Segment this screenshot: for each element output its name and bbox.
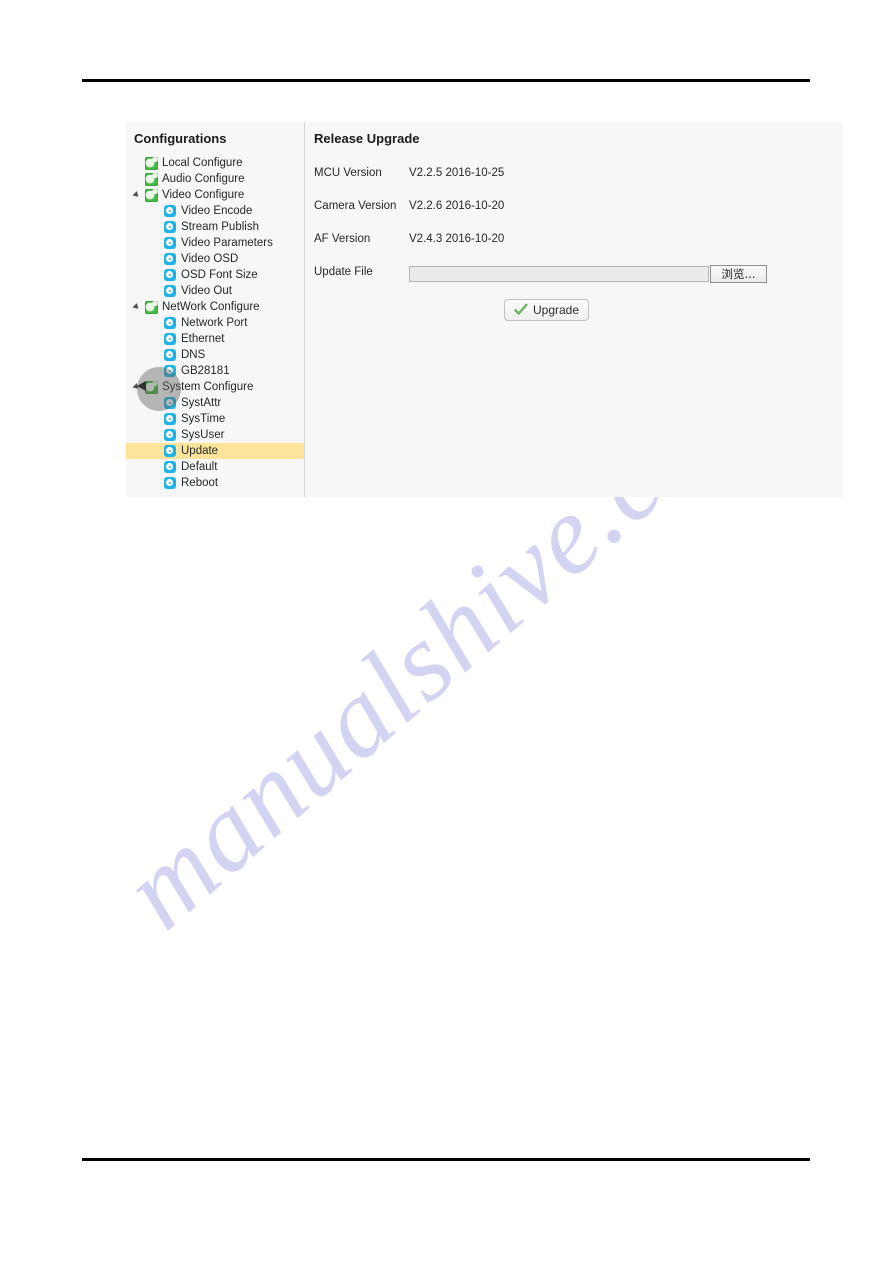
blue-gear-icon	[164, 429, 176, 441]
blue-gear-icon	[164, 413, 176, 425]
sidebar-item-update[interactable]: Update	[126, 443, 304, 459]
upgrade-button[interactable]: Upgrade	[504, 299, 590, 321]
update-file-row: Update File 浏览...	[314, 264, 843, 283]
version-label: MCU Version	[314, 167, 382, 179]
blue-gear-icon	[164, 365, 176, 377]
expand-triangle-icon[interactable]	[132, 303, 141, 311]
blue-gear-icon	[164, 445, 176, 457]
sidebar-item-audio-configure[interactable]: Audio Configure	[126, 171, 304, 187]
sidebar-item-video-out[interactable]: Video Out	[126, 283, 304, 299]
page-top-rule	[82, 79, 810, 82]
sidebar-item-stream-publish[interactable]: Stream Publish	[126, 219, 304, 235]
blue-gear-icon	[164, 253, 176, 265]
version-value: V2.2.6 2016-10-20	[409, 200, 505, 212]
green-gear-icon	[145, 188, 158, 202]
sidebar-item-label: Video Out	[181, 285, 232, 297]
sidebar-item-video-configure[interactable]: Video Configure	[126, 187, 304, 203]
sidebar-item-label: SysUser	[181, 429, 225, 441]
version-info-list: MCU Version V2.2.5 2016-10-25 Camera Versi…	[314, 165, 843, 247]
sidebar-item-network-configure[interactable]: NetWork Configure	[126, 299, 304, 315]
sidebar-item-label: Default	[181, 461, 218, 473]
release-upgrade-pane: Release Upgrade MCU Version V2.2.5 2016-1…	[305, 122, 843, 497]
sidebar-item-systime[interactable]: SysTime	[126, 411, 304, 427]
sidebar-title: Configurations	[134, 131, 227, 146]
blue-gear-icon	[164, 461, 176, 473]
configuration-panel: Configurations Local Configure Audio Conf…	[126, 122, 843, 497]
sidebar-item-label: Video OSD	[181, 253, 239, 265]
sidebar-item-local-configure[interactable]: Local Configure	[126, 155, 304, 171]
blue-gear-icon	[164, 397, 176, 409]
blue-gear-icon	[164, 205, 176, 217]
sidebar-item-label: NetWork Configure	[162, 301, 260, 313]
version-label: Camera Version	[314, 200, 397, 212]
sidebar-item-label: Video Configure	[162, 189, 245, 201]
green-gear-icon	[145, 156, 158, 170]
sidebar-item-sysuser[interactable]: SysUser	[126, 427, 304, 443]
page-bottom-rule	[82, 1158, 810, 1161]
check-icon	[514, 303, 528, 317]
sidebar-item-label: Ethernet	[181, 333, 225, 345]
sidebar-item-video-encode[interactable]: Video Encode	[126, 203, 304, 219]
sidebar-item-osd-font-size[interactable]: OSD Font Size	[126, 267, 304, 283]
sidebar-item-label: GB28181	[181, 365, 230, 377]
configuration-tree: Local Configure Audio Configure Video Conf…	[126, 155, 304, 491]
expand-triangle-icon[interactable]	[132, 383, 141, 391]
sidebar: Configurations Local Configure Audio Conf…	[126, 122, 305, 497]
green-gear-icon	[145, 172, 158, 186]
sidebar-item-label: OSD Font Size	[181, 269, 258, 281]
upgrade-button-row: Upgrade	[314, 299, 843, 322]
sidebar-item-label: Local Configure	[162, 157, 243, 169]
file-picker: 浏览...	[409, 265, 767, 283]
sidebar-item-label: Stream Publish	[181, 221, 259, 233]
blue-gear-icon	[164, 317, 176, 329]
expand-triangle-icon[interactable]	[132, 191, 141, 199]
sidebar-item-label: SystAttr	[181, 397, 222, 409]
blue-gear-icon	[164, 237, 176, 249]
version-row: Camera Version V2.2.6 2016-10-20	[314, 198, 843, 214]
sidebar-item-video-parameters[interactable]: Video Parameters	[126, 235, 304, 251]
sidebar-item-ethernet[interactable]: Ethernet	[126, 331, 304, 347]
sidebar-item-label: Audio Configure	[162, 173, 245, 185]
sidebar-item-systattr[interactable]: SystAttr	[126, 395, 304, 411]
green-gear-icon	[145, 300, 158, 314]
sidebar-item-dns[interactable]: DNS	[126, 347, 304, 363]
green-gear-icon	[145, 380, 158, 394]
sidebar-item-reboot[interactable]: Reboot	[126, 475, 304, 491]
sidebar-item-label: DNS	[181, 349, 206, 361]
sidebar-item-label: System Configure	[162, 381, 254, 393]
update-file-label: Update File	[314, 266, 373, 278]
blue-gear-icon	[164, 333, 176, 345]
sidebar-item-gb28181[interactable]: GB28181	[126, 363, 304, 379]
version-value: V2.4.3 2016-10-20	[409, 233, 505, 245]
sidebar-item-label: Reboot	[181, 477, 219, 489]
sidebar-item-video-osd[interactable]: Video OSD	[126, 251, 304, 267]
sidebar-item-label: Network Port	[181, 317, 248, 329]
sidebar-item-label: Video Encode	[181, 205, 253, 217]
blue-gear-icon	[164, 477, 176, 489]
sidebar-item-network-port[interactable]: Network Port	[126, 315, 304, 331]
blue-gear-icon	[164, 221, 176, 233]
browse-button[interactable]: 浏览...	[710, 265, 767, 283]
sidebar-item-label: Update	[181, 445, 219, 457]
version-row: AF Version V2.4.3 2016-10-20	[314, 231, 843, 247]
upgrade-button-label: Upgrade	[533, 303, 580, 317]
blue-gear-icon	[164, 349, 176, 361]
pane-title: Release Upgrade	[314, 131, 420, 146]
sidebar-item-system-configure[interactable]: System Configure	[126, 379, 304, 395]
sidebar-item-default[interactable]: Default	[126, 459, 304, 475]
version-label: AF Version	[314, 233, 371, 245]
version-row: MCU Version V2.2.5 2016-10-25	[314, 165, 843, 181]
blue-gear-icon	[164, 285, 176, 297]
version-value: V2.2.5 2016-10-25	[409, 167, 505, 179]
update-file-input[interactable]	[409, 266, 709, 282]
sidebar-item-label: Video Parameters	[181, 237, 273, 249]
blue-gear-icon	[164, 269, 176, 281]
sidebar-item-label: SysTime	[181, 413, 226, 425]
